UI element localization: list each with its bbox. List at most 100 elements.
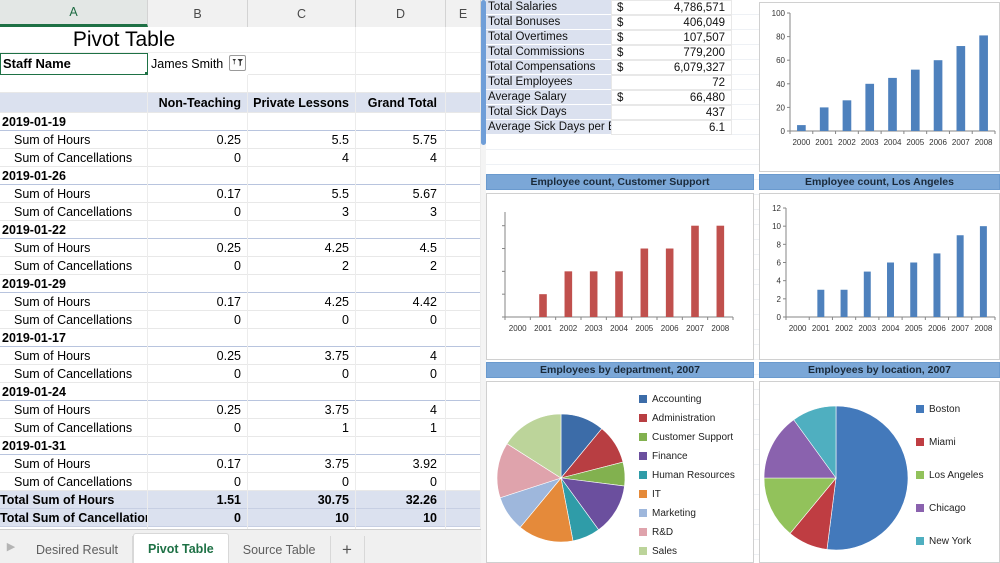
pivot-row-non-teaching: 0.25 [148,238,248,257]
filter-row: Staff Name James Smith [0,52,481,75]
grand-total-blank [446,490,481,509]
svg-text:60: 60 [776,56,785,65]
svg-text:2006: 2006 [661,324,679,333]
pie-slice [826,405,909,551]
pivot-group-row: 2019-01-24 [0,382,481,401]
svg-text:2003: 2003 [858,324,876,333]
pivot-group-date: 2019-01-31 [0,436,148,455]
employees-by-department-2007-legend: Accounting Administration Customer Support… [635,382,735,562]
pivot-row-label: Sum of Cancellations [0,148,148,167]
svg-text:2001: 2001 [815,138,833,147]
legend-label: Finance [652,450,688,462]
pivot-data-row: Sum of Cancellations 0 3 3 [0,202,481,221]
svg-text:2000: 2000 [789,324,807,333]
pivot-row-label: Sum of Hours [0,346,148,365]
sheet-tab-source-table[interactable]: Source Table [229,536,331,563]
legend-label: Marketing [652,507,696,519]
blank-cell-d [356,74,446,93]
legend-item: R&D [639,523,735,542]
legend-label: Sales [652,545,678,557]
svg-text:2007: 2007 [951,324,969,333]
pivot-group-blank-e [446,382,481,401]
chart-employee-count-customer-support[interactable]: 2000 2001 2002 2003 2004 2005 2006 2007 2008 [486,193,754,360]
filter-dropdown-icon[interactable] [229,54,246,71]
svg-text:2007: 2007 [686,324,704,333]
summary-label: Total Employees [486,75,611,90]
column-header-b[interactable]: B [148,0,248,27]
svg-text:2006: 2006 [929,138,947,147]
spreadsheet-pane: A B C D E Pivot Table Staff Name James S… [0,0,481,563]
pivot-row-non-teaching: 0.25 [148,346,248,365]
pivot-row-label: Sum of Hours [0,184,148,203]
summary-currency-symbol [611,105,631,120]
employees-by-location-2007-pie [763,405,909,551]
summary-label: Total Commissions [486,45,611,60]
employee-count-customer-support-svg: 2000 2001 2002 2003 2004 2005 2006 2007 2008 [502,212,734,333]
pivot-group-blank-c [248,436,356,455]
pivot-row-private-lessons: 3.75 [248,346,356,365]
tabbar-filler [365,536,482,563]
pivot-group-blank-b [148,166,248,185]
legend-swatch [639,471,647,479]
summary-value: 6.1 [631,120,732,135]
svg-text:2002: 2002 [838,138,856,147]
svg-text:4: 4 [777,277,782,286]
legend-item: Chicago [916,492,984,525]
sheet-tab-desired-result[interactable]: Desired Result [22,536,133,563]
summary-currency-symbol: $ [611,45,631,60]
legend-label: Miami [929,436,956,448]
pivot-row-label: Sum of Hours [0,292,148,311]
summary-row: Total Salaries $4,786,571 [486,0,756,15]
title-row: Pivot Table [0,26,481,53]
chart-employees-by-department[interactable]: Accounting Administration Customer Support… [486,381,754,563]
pivot-group-blank-e [446,274,481,293]
summary-currency-symbol [611,75,631,90]
pivot-row-blank [446,454,481,473]
svg-text:2005: 2005 [906,138,924,147]
pivot-row-blank [446,202,481,221]
column-header-a[interactable]: A [0,0,148,27]
add-sheet-button[interactable]: + [331,536,365,563]
pivot-row-grand-total: 4 [356,346,446,365]
employees-by-location-2007-body: Boston Miami Los Angeles Chicago New York [760,382,999,562]
pivot-grand-totals: Total Sum of Hours 1.51 30.75 32.26 Total Su… [0,490,481,527]
pivot-group-blank-c [248,220,356,239]
pivot-row-label: Sum of Cancellations [0,310,148,329]
dashboard-pane: Total Salaries $4,786,571 Total Bonuses $40… [481,0,1000,563]
tab-scroll-right-icon[interactable]: ▶ [0,529,22,563]
pivot-grand-total-row: Total Sum of Hours 1.51 30.75 32.26 [0,490,481,509]
summary-currency-symbol: $ [611,30,631,45]
pivot-data-row: Sum of Cancellations 0 0 0 [0,364,481,383]
filter-field-label[interactable]: Staff Name [0,52,148,75]
title-spacer-e [446,26,481,53]
svg-text:20: 20 [776,103,785,112]
chart-employee-count-los-angeles[interactable]: 0 2 4 6 8 10 12 2000 2001 2002 2003 2004 2005 2006 200… [759,193,1000,360]
pivot-group-row: 2019-01-19 [0,112,481,131]
title-spacer-c [248,26,356,53]
chart-employee-count-total[interactable]: 0 20 40 60 80 100 2000 2001 2002 2003 2004 2005 2006… [759,2,1000,172]
column-header-d[interactable]: D [356,0,446,27]
legend-label: Customer Support [652,431,734,443]
legend-swatch [639,452,647,460]
filter-selected-value[interactable]: James Smith [148,52,248,75]
pivot-group-blank-b [148,328,248,347]
column-header-c[interactable]: C [248,0,356,27]
pivot-row-blank [446,346,481,365]
pivot-data-row: Sum of Hours 0.17 3.75 3.92 [0,454,481,473]
pivot-group-blank-d [356,274,446,293]
column-header-e[interactable]: E [446,0,481,27]
sheet-tab-pivot-table[interactable]: Pivot Table [132,533,229,563]
chart-employees-by-location[interactable]: Boston Miami Los Angeles Chicago New York [759,381,1000,563]
grand-total-grand-total: 10 [356,508,446,527]
pivot-group-blank-c [248,112,356,131]
pivot-row-label: Sum of Cancellations [0,472,148,491]
svg-text:2004: 2004 [884,138,902,147]
pivot-group-date: 2019-01-22 [0,220,148,239]
svg-text:2006: 2006 [928,324,946,333]
pivot-row-grand-total: 2 [356,256,446,275]
svg-text:10: 10 [772,222,781,231]
employees-by-department-2007-body: Accounting Administration Customer Support… [487,382,753,562]
pivot-row-blank [446,184,481,203]
summary-value: 437 [631,105,732,120]
pivot-group-blank-e [446,436,481,455]
